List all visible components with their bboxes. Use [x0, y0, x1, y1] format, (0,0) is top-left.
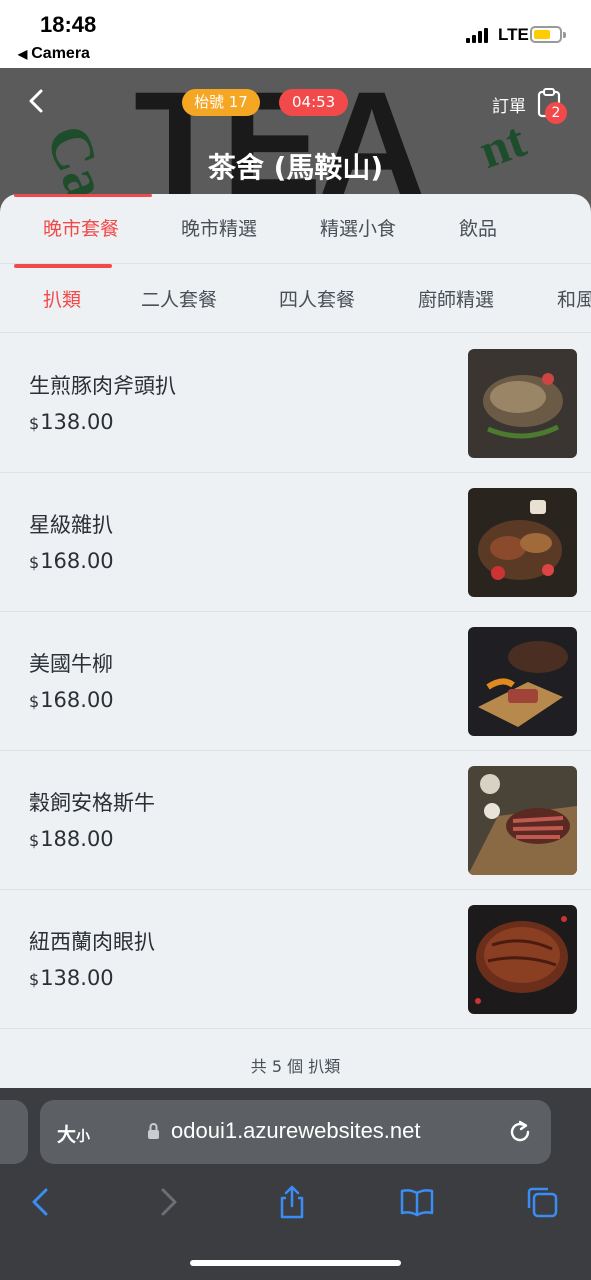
active-tab-indicator-top [14, 194, 152, 197]
item-price: $168.00 [29, 688, 114, 712]
pork-chop-photo[interactable] [468, 349, 577, 458]
item-price: $168.00 [29, 549, 114, 573]
clock: 18:48 [40, 12, 97, 37]
main-tab-bar: 晚市套餐 晚市精選 精選小食 飲品 [0, 194, 591, 268]
text-size-button[interactable]: 大小 [57, 1120, 90, 1147]
table-number-badge: 枱號 17 [182, 89, 260, 116]
home-indicator [190, 1260, 401, 1266]
mixed-grill-photo[interactable] [468, 488, 577, 597]
item-count-text: 共 5 個 扒類 [250, 1057, 341, 1076]
item-price: $138.00 [29, 410, 114, 434]
store-title: 茶舍 (馬鞍山) [207, 151, 384, 184]
tab-dinner-set[interactable]: 晚市套餐 [43, 214, 119, 241]
order-link-label[interactable]: 訂單 [492, 92, 526, 117]
chevron-left-icon [29, 89, 43, 113]
back-arrow-icon[interactable] [22, 1184, 58, 1220]
status-bar: 18:48 ◀ Camera LTE [0, 0, 591, 68]
list-item[interactable]: 紐西蘭肉眼扒 $138.00 [0, 890, 591, 1029]
reload-icon[interactable] [506, 1118, 534, 1146]
list-item[interactable]: 生煎豚肉斧頭扒 $138.00 [0, 334, 591, 473]
forward-arrow-icon[interactable] [151, 1184, 187, 1220]
us-beef-tenderloin-photo[interactable] [468, 627, 577, 736]
network-label: LTE [498, 25, 529, 44]
item-price: $138.00 [29, 966, 114, 990]
bookmarks-icon[interactable] [399, 1184, 435, 1220]
back-triangle-icon: ◀ [18, 47, 28, 61]
item-name: 生煎豚肉斧頭扒 [29, 374, 176, 398]
url-text[interactable]: odoui1.azurewebsites.net [171, 1118, 421, 1144]
item-name: 穀飼安格斯牛 [29, 791, 155, 815]
list-item[interactable]: 穀飼安格斯牛 $188.00 [0, 751, 591, 890]
back-app-label: Camera [31, 45, 90, 62]
timer-badge: 04:53 [279, 89, 349, 116]
subtab-chef-selection[interactable]: 廚師精選 [418, 285, 494, 312]
tabs-icon[interactable] [524, 1184, 560, 1220]
order-count-badge: 2 [545, 102, 567, 124]
list-item[interactable]: 美國牛柳 $168.00 [0, 612, 591, 751]
item-name: 美國牛柳 [29, 652, 113, 676]
battery-icon [530, 26, 566, 43]
lock-icon [148, 1123, 159, 1139]
grain-fed-angus-photo[interactable] [468, 766, 577, 875]
subtab-steaks[interactable]: 扒類 [43, 285, 81, 312]
item-list: 生煎豚肉斧頭扒 $138.00 星級雜扒 $168.00 美國牛柳 $168.0… [0, 334, 591, 1029]
sub-tab-bar: 扒類 二人套餐 四人套餐 廚師精選 和風 [0, 265, 591, 333]
nz-ribeye-photo[interactable] [468, 905, 577, 1014]
tab-dinner-selection[interactable]: 晚市精選 [181, 214, 257, 241]
subtab-set-for-two[interactable]: 二人套餐 [141, 285, 217, 312]
tab-drinks[interactable]: 飲品 [459, 214, 497, 241]
signal-icon [466, 27, 490, 43]
browser-toolbar: 大小 odoui1.azurewebsites.net [0, 1088, 591, 1280]
share-icon[interactable] [274, 1184, 310, 1220]
item-name: 星級雜扒 [29, 513, 113, 537]
menu-panel: 晚市套餐 晚市精選 精選小食 飲品 扒類 二人套餐 四人套餐 廚師精選 和風 生… [0, 194, 591, 1094]
back-to-app-link[interactable]: ◀ Camera [18, 45, 90, 63]
item-price: $188.00 [29, 827, 114, 851]
back-button[interactable] [22, 86, 52, 116]
subtab-japanese-style[interactable]: 和風 [557, 285, 591, 312]
previous-tab-peek[interactable] [0, 1100, 28, 1164]
address-bar[interactable]: 大小 odoui1.azurewebsites.net [40, 1100, 551, 1164]
item-name: 紐西蘭肉眼扒 [29, 930, 155, 954]
list-item[interactable]: 星級雜扒 $168.00 [0, 473, 591, 612]
subtab-set-for-four[interactable]: 四人套餐 [279, 285, 355, 312]
tab-snacks[interactable]: 精選小食 [320, 214, 396, 241]
